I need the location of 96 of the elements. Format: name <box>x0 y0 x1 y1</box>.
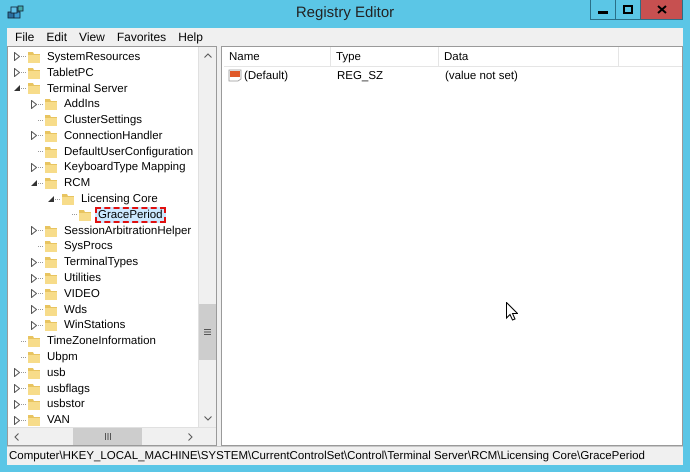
expand-arrow-icon[interactable] <box>30 274 36 283</box>
tree-item[interactable]: SystemResources <box>44 48 144 65</box>
close-button[interactable] <box>640 0 683 20</box>
chevron-left-icon <box>14 432 19 440</box>
folder-icon <box>44 128 58 143</box>
folder-icon <box>27 350 41 364</box>
expand-arrow-icon[interactable] <box>30 320 36 330</box>
folder-icon <box>27 397 41 412</box>
scrollbar-thumb[interactable] <box>73 428 142 445</box>
folder-icon <box>27 50 41 64</box>
folder-icon <box>27 81 41 96</box>
mouse-pointer-icon <box>506 302 518 321</box>
tree-item[interactable]: GracePeriod <box>95 206 166 223</box>
expand-arrow-icon[interactable] <box>14 400 20 409</box>
tree-item[interactable]: RCM <box>61 175 94 192</box>
expand-arrow-icon[interactable] <box>30 305 36 314</box>
expand-arrow-icon[interactable] <box>30 289 36 298</box>
expand-arrow-icon[interactable] <box>30 258 36 267</box>
folder-icon <box>44 239 58 254</box>
folder-icon <box>27 413 41 427</box>
minimize-button[interactable] <box>590 0 616 20</box>
tree-item[interactable]: ConnectionHandler <box>61 128 166 144</box>
tree-item[interactable]: VIDEO <box>61 286 103 302</box>
chevron-right-icon <box>188 432 193 440</box>
close-icon <box>656 5 666 14</box>
folder-icon <box>27 366 41 380</box>
folder-icon <box>44 144 58 159</box>
string-value-icon <box>228 69 242 82</box>
expand-arrow-icon[interactable] <box>30 100 36 109</box>
folder-icon <box>44 97 58 112</box>
folder-icon <box>27 334 41 348</box>
collapse-arrow-icon[interactable] <box>14 85 20 92</box>
tree-item[interactable]: Utilities <box>61 270 104 286</box>
tree-item[interactable]: ClusterSettings <box>61 112 145 128</box>
tree-item[interactable]: AddIns <box>61 96 103 112</box>
expand-arrow-icon[interactable] <box>14 68 20 78</box>
expand-arrow-icon[interactable] <box>30 131 36 140</box>
tree-item[interactable]: usb <box>44 364 69 381</box>
menu-item[interactable]: Help <box>172 30 209 44</box>
grip-icon <box>204 329 211 335</box>
tree-item[interactable]: TerminalTypes <box>61 254 142 270</box>
tree-item[interactable]: SessionArbitrationHelper <box>61 222 194 239</box>
folder-icon <box>44 160 58 174</box>
expand-arrow-icon[interactable] <box>30 162 36 172</box>
folder-icon <box>78 208 92 222</box>
expand-arrow-icon[interactable] <box>14 368 20 378</box>
folder-icon <box>44 271 58 286</box>
tree-item[interactable]: SysProcs <box>61 238 116 254</box>
folder-icon <box>44 176 58 190</box>
window-title: Registry Editor <box>296 4 394 21</box>
tree-item[interactable]: DefaultUserConfiguration <box>61 144 196 160</box>
tree-item[interactable]: TimeZoneInformation <box>44 333 159 350</box>
maximize-icon <box>623 5 633 14</box>
column-header[interactable]: Data <box>439 47 619 66</box>
folder-icon <box>44 113 58 128</box>
expand-arrow-icon[interactable] <box>30 226 36 236</box>
vertical-scrollbar[interactable] <box>198 47 216 427</box>
expand-arrow-icon[interactable] <box>14 52 20 62</box>
folder-icon <box>61 192 75 206</box>
folder-icon <box>44 224 58 238</box>
folder-icon <box>27 66 41 80</box>
tree-item[interactable]: usbflags <box>44 380 93 397</box>
chevron-up-icon <box>204 53 212 58</box>
table-cell-text: REG_SZ <box>336 70 384 82</box>
expand-arrow-icon[interactable] <box>14 384 20 394</box>
menu-item[interactable]: File <box>9 30 40 44</box>
tree-item[interactable]: TabletPC <box>44 64 97 81</box>
table-cell-text: (value not set) <box>444 70 519 82</box>
collapse-arrow-icon[interactable] <box>30 180 36 186</box>
menu-item[interactable]: Favorites <box>110 30 172 44</box>
expand-arrow-icon[interactable] <box>14 416 20 425</box>
tree-item[interactable]: Wds <box>61 302 90 318</box>
column-header[interactable]: Name <box>224 47 331 66</box>
tree-item[interactable]: KeyboardType Mapping <box>61 159 188 176</box>
horizontal-scrollbar[interactable] <box>8 427 216 445</box>
tree-item[interactable]: Ubpm <box>44 349 81 366</box>
menu-item[interactable]: View <box>73 30 111 44</box>
column-header[interactable]: Type <box>331 47 439 66</box>
collapse-arrow-icon[interactable] <box>48 196 54 202</box>
chevron-down-icon <box>204 416 212 421</box>
folder-icon <box>44 318 58 332</box>
tree-item[interactable]: Terminal Server <box>44 80 131 96</box>
scrollbar-thumb[interactable] <box>199 304 216 360</box>
menu-item[interactable]: Edit <box>40 30 74 44</box>
tree-item[interactable]: usbstor <box>44 396 88 412</box>
tree-item[interactable]: WinStations <box>61 317 128 334</box>
grip-icon <box>104 433 110 440</box>
minimize-icon <box>598 11 608 14</box>
value-name[interactable]: (Default) <box>244 70 288 82</box>
tree-item[interactable]: Licensing Core <box>78 191 161 208</box>
folder-icon <box>27 382 41 396</box>
tree-item[interactable]: VAN <box>44 412 73 427</box>
folder-icon <box>44 302 58 317</box>
folder-icon <box>44 255 58 270</box>
folder-icon <box>44 286 58 301</box>
key-path: Computer\HKEY_LOCAL_MACHINE\SYSTEM\CurrentControlSet\Control\Terminal Server\RCM\Licensing Core\GracePeriod <box>9 450 645 462</box>
